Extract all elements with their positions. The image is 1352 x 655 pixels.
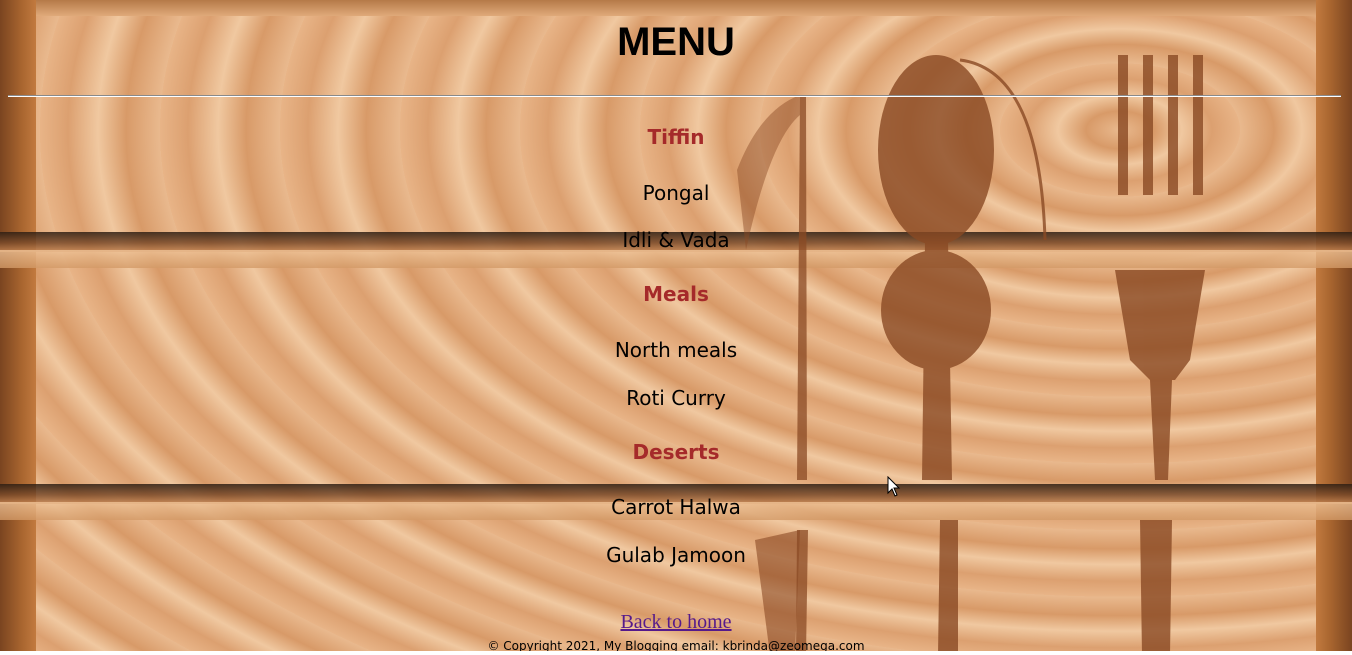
mouse-cursor-icon xyxy=(887,476,901,497)
menu-item: Gulab Jamoon xyxy=(606,543,746,567)
menu-content: MENU Tiffin Pongal Idli & Vada Meals Nor… xyxy=(0,0,1352,655)
section-heading-meals: Meals xyxy=(643,282,709,306)
section-heading-tiffin: Tiffin xyxy=(647,125,705,149)
menu-item: North meals xyxy=(614,338,738,362)
section-heading-deserts: Deserts xyxy=(632,440,720,464)
page-bottom-edge xyxy=(0,651,1352,655)
back-to-home-link[interactable]: Back to home xyxy=(620,611,731,633)
horizontal-rule xyxy=(8,95,1341,97)
page-title: MENU xyxy=(617,20,735,64)
back-link-container: Back to home xyxy=(0,611,1352,634)
menu-item: Carrot Halwa xyxy=(611,495,741,519)
menu-item: Pongal xyxy=(642,181,710,205)
menu-item: Idli & Vada xyxy=(622,228,730,252)
menu-item: Roti Curry xyxy=(626,386,726,410)
